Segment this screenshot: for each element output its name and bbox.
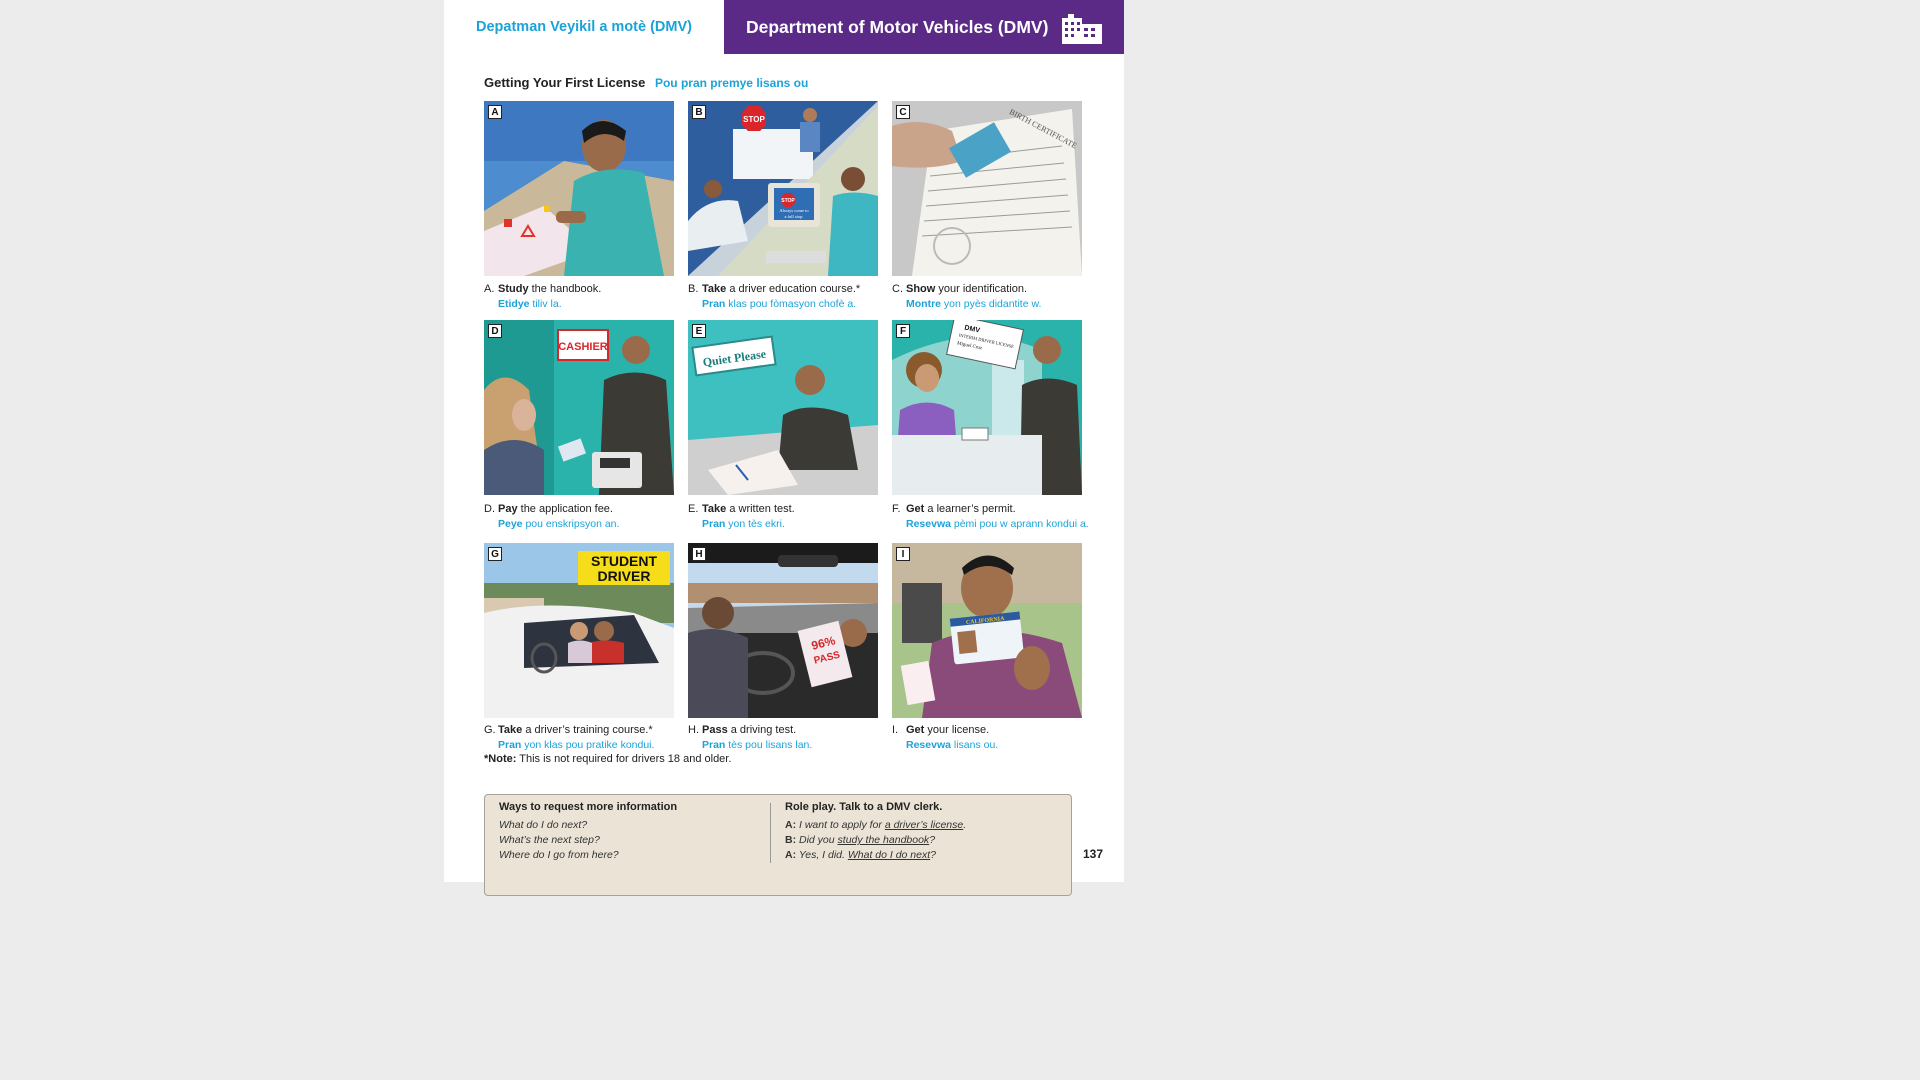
illustration-b-driver-education: STOP STOP Always come to a full stop. B	[688, 101, 878, 276]
caption-b: B. Take a driver education course.* Pran …	[688, 283, 861, 310]
step-letter: C	[896, 105, 910, 119]
step-letter: G	[488, 547, 502, 561]
section-title-english: Getting Your First License	[484, 75, 646, 90]
building-icon	[1062, 14, 1102, 44]
step-letter: D	[488, 324, 502, 338]
section-title: Getting Your First License Pou pran prem…	[484, 75, 808, 90]
header-title-english: Department of Motor Vehicles (DMV)	[746, 16, 1049, 37]
conversation-box: Ways to request more information What do…	[484, 794, 1072, 896]
illustration-e-written-test: Quiet Please E	[688, 320, 878, 495]
caption-e: E. Take a written test. Pran yon tès ekri…	[688, 503, 795, 530]
role-play-column: Role play. Talk to a DMV clerk. A: I wan…	[785, 801, 1065, 863]
role-line: A: Yes, I did. What do I do next?	[785, 849, 937, 861]
page-number: 137	[1083, 847, 1104, 861]
role-line: B: Did you study the handbook?	[785, 834, 936, 846]
ways-title: Ways to request more information	[499, 801, 678, 813]
svg-text:Always come to: Always come to	[779, 208, 809, 213]
svg-text:STOP: STOP	[743, 115, 765, 124]
step-letter: I	[896, 547, 910, 561]
svg-text:DRIVER: DRIVER	[598, 568, 651, 584]
caption-d: D. Pay the application fee. Peye pou ensk…	[484, 503, 620, 530]
footnote-text: This is not required for drivers 18 and …	[516, 753, 732, 765]
footnote: *Note: This is not required for drivers …	[484, 753, 731, 765]
illustration-g-training-course: STUDENT DRIVER G	[484, 543, 674, 718]
step-letter: A	[488, 105, 502, 119]
illustration-a-study-handbook: A	[484, 101, 674, 276]
caption-a: A. Study the handbook. Etidye tiliv la.	[484, 283, 602, 310]
illustration-d-pay-fee: CASHIER D	[484, 320, 674, 495]
illustration-h-driving-test: 96% PASS H	[688, 543, 878, 718]
caption-f: F. Get a learner’s permit. Resevwa pèmi p…	[892, 503, 1089, 530]
ways-line: Where do I go from here?	[499, 849, 619, 861]
svg-text:STOP: STOP	[781, 198, 795, 204]
footnote-label: *Note:	[484, 753, 517, 765]
header-title-haitian: Depatman Veyikil a motè (DMV)	[476, 19, 692, 35]
column-divider	[770, 803, 771, 863]
svg-text:CASHIER: CASHIER	[558, 341, 608, 353]
caption-i: I. Get your license. Resevwa lisans ou.	[892, 724, 999, 751]
header-bar: Department of Motor Vehicles (DMV)	[724, 0, 1124, 54]
role-play-title: Role play. Talk to a DMV clerk.	[785, 801, 943, 813]
step-letter: H	[692, 547, 706, 561]
svg-text:a full stop.: a full stop.	[784, 214, 803, 219]
step-letter: B	[692, 105, 706, 119]
textbook-page: Depatman Veyikil a motè (DMV) Department…	[444, 0, 1124, 896]
svg-text:STUDENT: STUDENT	[591, 553, 658, 569]
caption-h: H. Pass a driving test. Pran tès pou lisa…	[688, 724, 813, 751]
illustration-c-show-id: BIRTH CERTIFICATE C	[892, 101, 1082, 276]
illustration-f-learners-permit: DMV INTERIM DRIVER LICENSE Miguel Cruz F	[892, 320, 1082, 495]
ways-column: Ways to request more information What do…	[499, 801, 759, 863]
step-letter: E	[692, 324, 706, 338]
section-title-haitian: Pou pran premye lisans ou	[654, 76, 809, 90]
ways-line: What do I do next?	[499, 819, 588, 831]
caption-g: G. Take a driver’s training course.* Pran…	[484, 724, 655, 751]
role-line: A: I want to apply for a driver’s licens…	[785, 819, 967, 831]
caption-c: C. Show your identification. Montre yon p…	[892, 283, 1042, 310]
step-letter: F	[896, 324, 910, 338]
ways-line: What’s the next step?	[499, 834, 600, 846]
illustration-i-get-license: CALIFORNIA I	[892, 543, 1082, 718]
